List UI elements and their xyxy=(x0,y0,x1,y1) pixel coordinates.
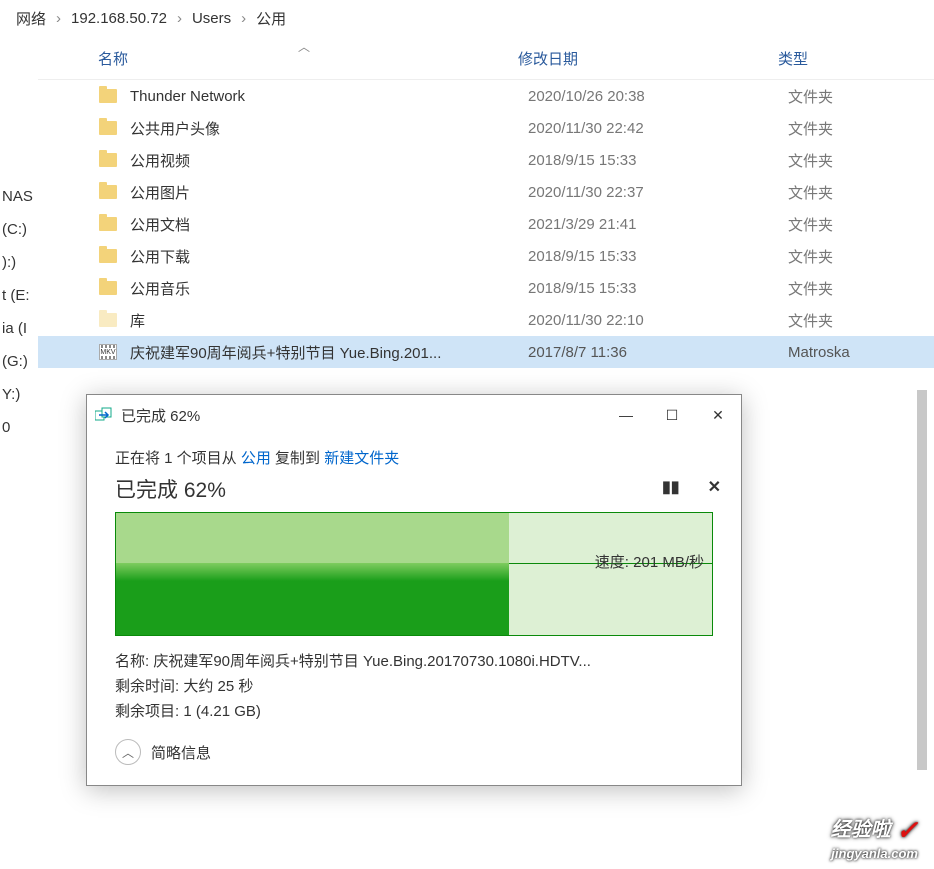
chevron-right-icon: › xyxy=(52,10,65,27)
sidebar-item[interactable]: NAS xyxy=(0,180,35,213)
copy-progress-dialog: 已完成 62% — ☐ ✕ 正在将 1 个项目从 公用 复制到 新建文件夹 已完… xyxy=(86,394,742,786)
file-row[interactable]: 公用音乐2018/9/15 15:33文件夹 xyxy=(38,272,934,304)
file-row[interactable]: 公用文档2021/3/29 21:41文件夹 xyxy=(38,208,934,240)
file-type: 2018/9/15 15:33 xyxy=(528,152,788,169)
speed-graph: 速度: 201 MB/秒 xyxy=(115,512,713,636)
file-row[interactable]: 公用图片2020/11/30 22:37文件夹 xyxy=(38,176,934,208)
collapse-chevron-icon[interactable]: ︿ xyxy=(298,38,310,55)
folder-icon xyxy=(98,278,118,298)
copy-icon xyxy=(95,407,115,423)
copy-description: 正在将 1 个项目从 公用 复制到 新建文件夹 xyxy=(115,447,713,468)
file-name: 公共用户头像 xyxy=(130,118,528,139)
folder-icon xyxy=(98,182,118,202)
file-list: Thunder Network2020/10/26 20:38文件夹公共用户头像… xyxy=(38,80,934,368)
sidebar-item[interactable]: (G:) xyxy=(0,345,35,378)
sidebar-item[interactable]: ia (I xyxy=(0,312,35,345)
breadcrumb-item[interactable]: 192.168.50.72 xyxy=(65,8,173,29)
folder-icon xyxy=(98,86,118,106)
detail-items: 剩余项目: 1 (4.21 GB) xyxy=(115,700,713,721)
dest-link[interactable]: 新建文件夹 xyxy=(324,450,399,467)
file-type: 2021/3/29 21:41 xyxy=(528,216,788,233)
sidebar-item[interactable]: ):) xyxy=(0,246,35,279)
column-headers[interactable]: 名称 修改日期 类型 xyxy=(38,40,934,80)
dialog-title: 已完成 62% xyxy=(121,405,603,426)
breadcrumb[interactable]: 网络›192.168.50.72›Users›公用 xyxy=(0,0,934,37)
breadcrumb-item[interactable]: 网络 xyxy=(10,6,52,31)
sidebar-item[interactable]: Y:) xyxy=(0,378,35,411)
file-type: 2018/9/15 15:33 xyxy=(528,248,788,265)
folder-icon xyxy=(98,310,118,330)
folder-icon xyxy=(98,246,118,266)
detail-name: 名称: 庆祝建军90周年阅兵+特别节目 Yue.Bing.20170730.10… xyxy=(115,650,713,671)
sidebar-item[interactable]: (C:) xyxy=(0,213,35,246)
minimize-button[interactable]: — xyxy=(603,399,649,431)
folder-icon xyxy=(98,118,118,138)
col-header-date[interactable]: 修改日期 xyxy=(518,48,778,69)
file-type: 2020/11/30 22:10 xyxy=(528,312,788,329)
check-icon: ✓ xyxy=(896,815,918,845)
progress-text: 已完成 62% xyxy=(115,474,713,504)
file-name: 公用图片 xyxy=(130,182,528,203)
fewer-details-toggle[interactable]: ︿ 简略信息 xyxy=(115,739,713,765)
detail-time: 剩余时间: 大约 25 秒 xyxy=(115,675,713,696)
col-header-type[interactable]: 类型 xyxy=(778,48,808,69)
file-row[interactable]: MKV 庆祝建军90周年阅兵+特别节目 Yue.Bing.201...2017/8… xyxy=(38,336,934,368)
file-name: 公用下载 xyxy=(130,246,528,267)
file-name: 公用文档 xyxy=(130,214,528,235)
file-type: 2017/8/7 11:36 xyxy=(528,344,788,361)
file-row[interactable]: Thunder Network2020/10/26 20:38文件夹 xyxy=(38,80,934,112)
watermark: 经验啦 ✓ jingyanla.com xyxy=(831,813,918,861)
video-file-icon: MKV xyxy=(98,342,118,362)
file-row[interactable]: 公用下载2018/9/15 15:33文件夹 xyxy=(38,240,934,272)
file-name: 库 xyxy=(130,310,528,331)
file-name: 公用视频 xyxy=(130,150,528,171)
breadcrumb-item[interactable]: Users xyxy=(186,8,237,29)
close-button[interactable]: ✕ xyxy=(695,399,741,431)
file-type: 2018/9/15 15:33 xyxy=(528,280,788,297)
maximize-button[interactable]: ☐ xyxy=(649,399,695,431)
cancel-button[interactable]: ✕ xyxy=(708,477,721,497)
sidebar-item[interactable]: 0 xyxy=(0,411,35,444)
chevron-right-icon: › xyxy=(237,10,250,27)
source-link[interactable]: 公用 xyxy=(241,450,271,467)
scrollbar[interactable] xyxy=(914,80,930,869)
chevron-right-icon: › xyxy=(173,10,186,27)
file-row[interactable]: 库2020/11/30 22:10文件夹 xyxy=(38,304,934,336)
file-type: 2020/11/30 22:37 xyxy=(528,184,788,201)
file-name: Thunder Network xyxy=(130,88,528,105)
file-name: 公用音乐 xyxy=(130,278,528,299)
file-row[interactable]: 公用视频2018/9/15 15:33文件夹 xyxy=(38,144,934,176)
chevron-up-icon: ︿ xyxy=(115,739,141,765)
file-type: 2020/10/26 20:38 xyxy=(528,88,788,105)
file-row[interactable]: 公共用户头像2020/11/30 22:42文件夹 xyxy=(38,112,934,144)
folder-icon xyxy=(98,214,118,234)
folder-icon xyxy=(98,150,118,170)
sidebar-item[interactable]: t (E: xyxy=(0,279,35,312)
sidebar-partial: NAS(C:)):)t (E:ia (I(G:)Y:)0 xyxy=(0,180,35,444)
file-name: 庆祝建军90周年阅兵+特别节目 Yue.Bing.201... xyxy=(130,342,528,363)
scroll-thumb[interactable] xyxy=(917,390,927,770)
file-type: 2020/11/30 22:42 xyxy=(528,120,788,137)
pause-button[interactable]: ▮▮ xyxy=(662,477,680,497)
speed-label: 速度: 201 MB/秒 xyxy=(595,551,704,572)
breadcrumb-item[interactable]: 公用 xyxy=(250,6,292,31)
